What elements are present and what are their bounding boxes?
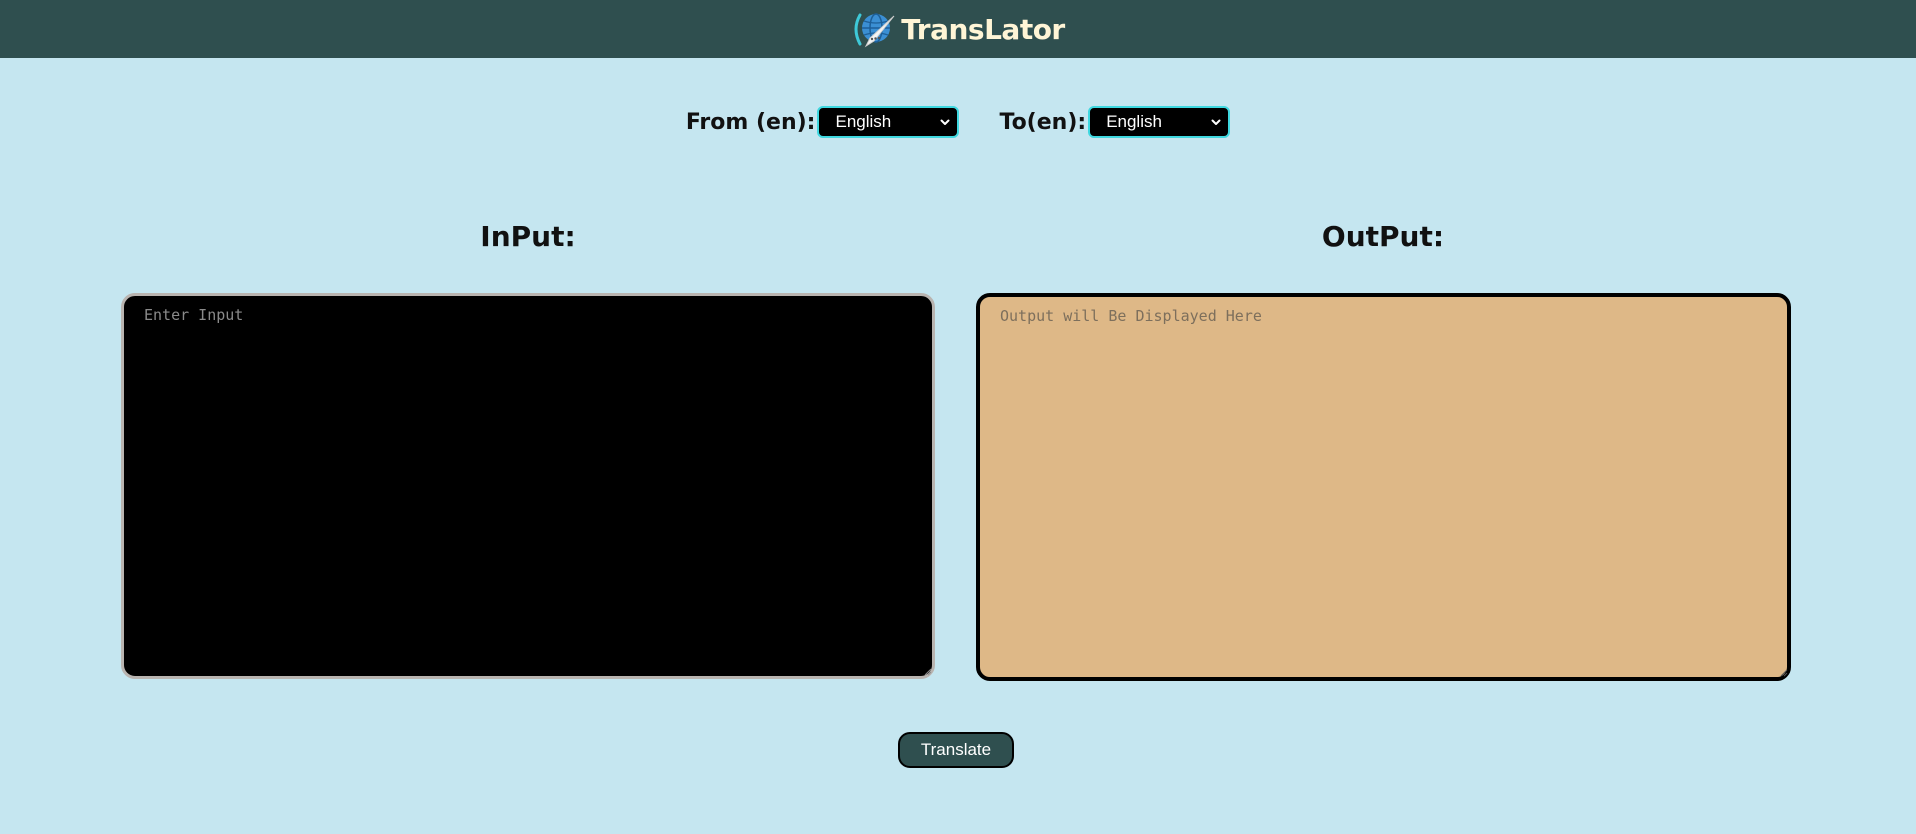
from-language-group: From (en): English bbox=[686, 106, 960, 138]
resize-grip-icon[interactable] bbox=[922, 666, 932, 676]
language-selector-bar: From (en): English To(en): English bbox=[0, 106, 1916, 138]
globe-chat-icon bbox=[851, 7, 899, 51]
from-language-value: English bbox=[835, 112, 892, 131]
from-language-label: From (en): bbox=[685, 109, 816, 135]
to-language-select[interactable]: English bbox=[1088, 106, 1231, 138]
chevron-down-icon bbox=[940, 119, 950, 125]
brand[interactable]: TransLator bbox=[851, 7, 1065, 51]
to-language-value: English bbox=[1106, 112, 1162, 131]
output-heading: OutPut: bbox=[1321, 220, 1445, 253]
input-textarea[interactable] bbox=[121, 293, 935, 679]
from-language-select[interactable]: English bbox=[817, 106, 960, 138]
translate-button[interactable]: Translate bbox=[898, 732, 1014, 768]
resize-grip-icon[interactable] bbox=[1778, 667, 1788, 677]
to-language-group: To(en): English bbox=[999, 106, 1231, 138]
navbar: TransLator bbox=[0, 0, 1916, 58]
to-language-label: To(en): bbox=[999, 109, 1087, 135]
brand-name: TransLator bbox=[901, 12, 1065, 46]
chevron-down-icon bbox=[1211, 119, 1221, 125]
output-textarea[interactable] bbox=[976, 293, 1791, 681]
input-heading: InPut: bbox=[480, 220, 576, 253]
